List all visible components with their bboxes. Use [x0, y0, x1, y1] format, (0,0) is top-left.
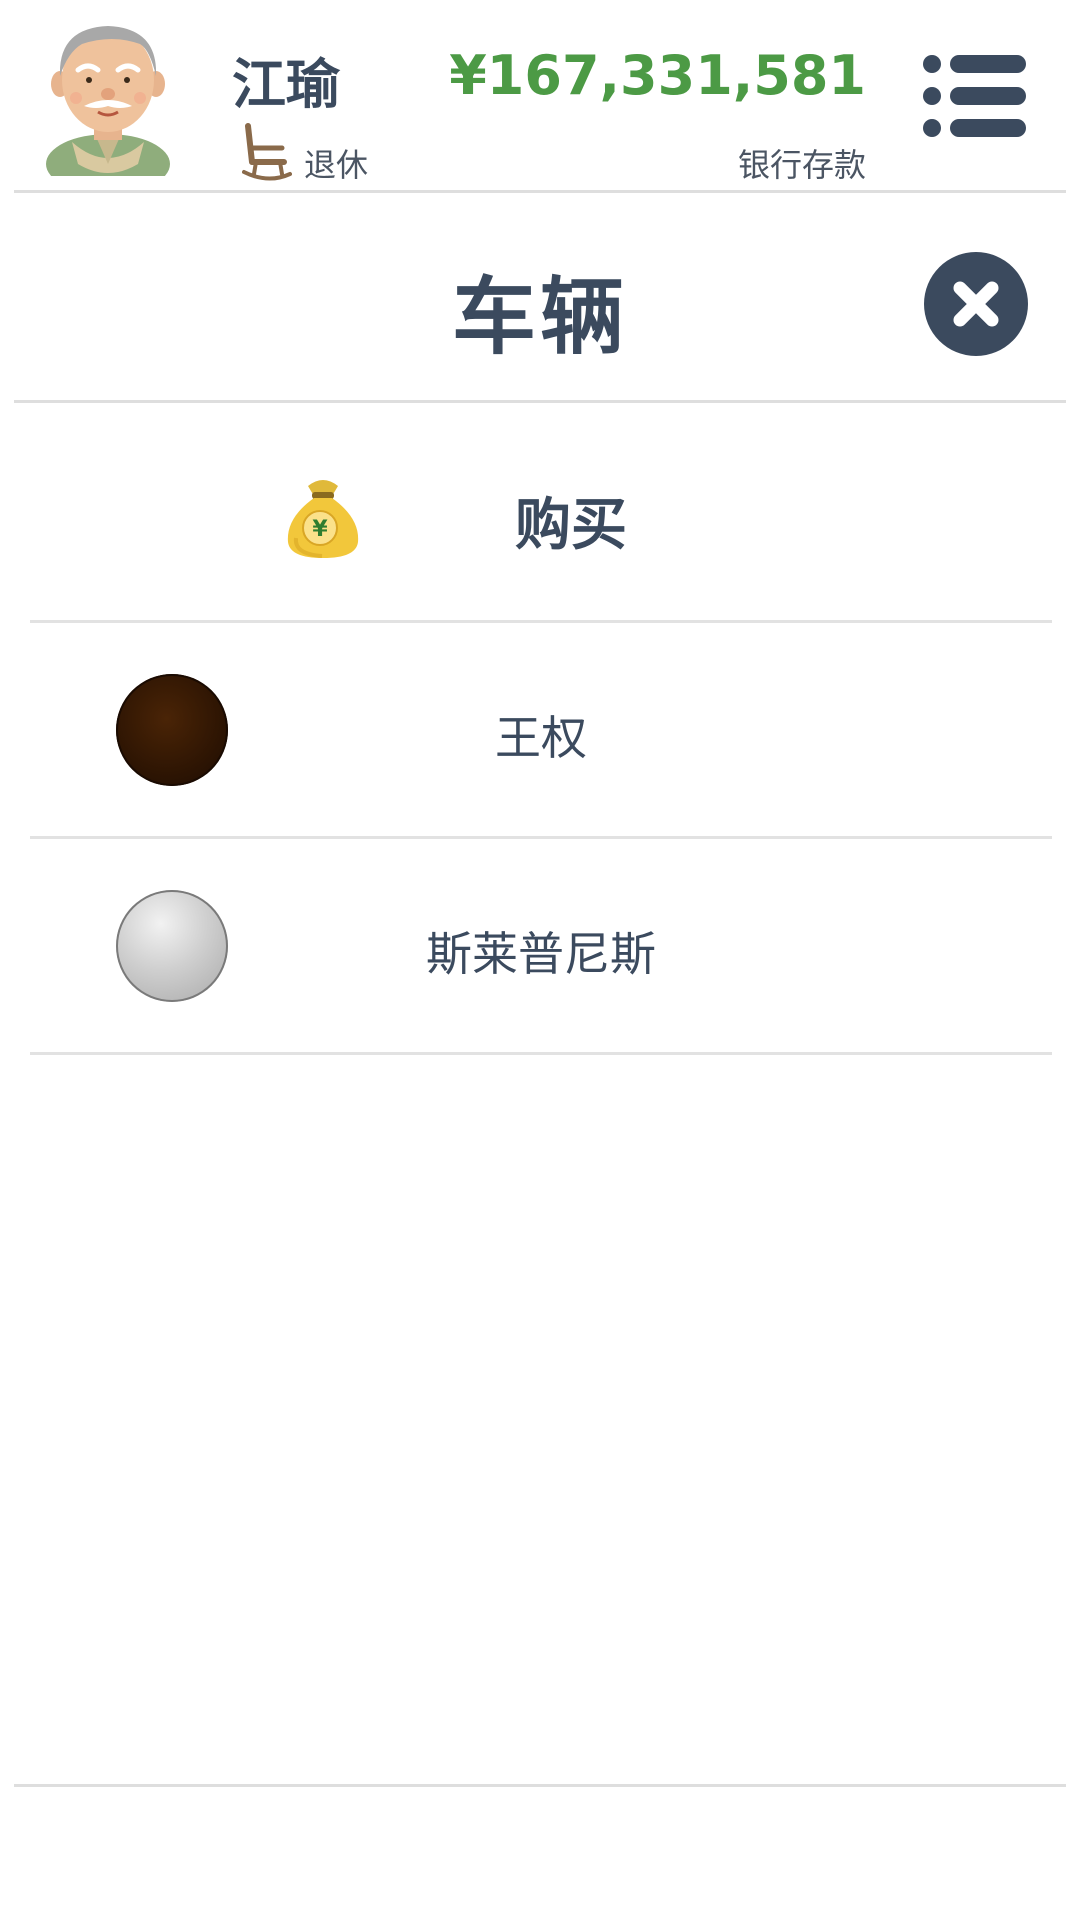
close-icon — [953, 281, 999, 327]
buy-label: 购买 — [515, 493, 627, 558]
page-title: 车辆 — [451, 268, 628, 366]
vehicle-name: 斯莱普尼斯 — [426, 927, 656, 981]
avatar — [42, 14, 174, 194]
close-button[interactable] — [924, 252, 1028, 356]
status-label: 退休 — [304, 146, 369, 184]
row-divider — [30, 620, 1052, 623]
vehicle-row[interactable]: 斯莱普尼斯 — [30, 840, 1052, 1052]
menu-button[interactable] — [920, 52, 1028, 140]
footer-divider — [14, 1784, 1066, 1787]
buy-vehicle-row[interactable]: ¥ 购买 — [30, 408, 1052, 620]
bank-balance-label: 银行存款 — [737, 146, 866, 184]
row-divider — [30, 836, 1052, 839]
rocking-chair-icon — [242, 122, 292, 184]
title-divider — [14, 400, 1066, 403]
menu-list-icon — [923, 55, 1026, 137]
row-divider — [30, 1052, 1052, 1055]
vehicle-name: 王权 — [495, 711, 587, 765]
vehicle-row[interactable]: 王权 — [30, 624, 1052, 836]
header-divider — [14, 190, 1066, 193]
player-name: 江瑜 — [232, 53, 340, 116]
bank-balance: ¥167,331,581 — [449, 44, 866, 107]
